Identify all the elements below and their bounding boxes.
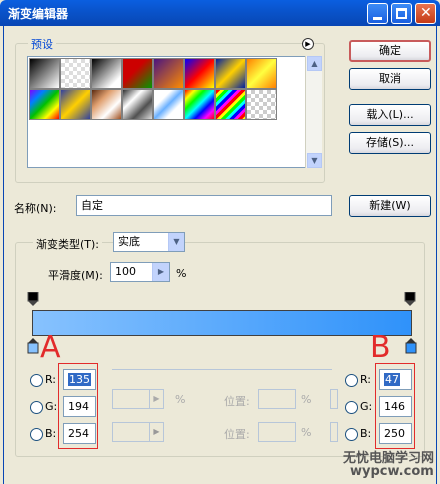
new-button[interactable]: 新建(W) — [349, 195, 431, 217]
right-r-radio[interactable] — [345, 374, 358, 387]
preset-swatch[interactable] — [184, 89, 215, 120]
color-position-label: 位置: — [224, 428, 250, 441]
minimize-icon — [373, 17, 382, 20]
right-r-value: 47 — [384, 373, 400, 386]
left-r-value: 135 — [68, 373, 91, 386]
preset-swatch[interactable] — [246, 89, 277, 120]
opacity-stop-right[interactable] — [404, 291, 416, 306]
maximize-icon — [396, 8, 407, 19]
preset-swatch[interactable] — [153, 89, 184, 120]
right-b-input[interactable]: 250 — [379, 423, 412, 444]
right-g-input[interactable]: 146 — [379, 396, 412, 417]
title-bar: 渐变编辑器 ✕ — [0, 0, 440, 26]
color-stop-right[interactable] — [405, 338, 417, 354]
color-position-input — [258, 422, 296, 442]
annotation-b: B — [370, 330, 391, 365]
color-stop-left[interactable] — [27, 338, 39, 354]
gradient-type-value: 实底 — [118, 235, 140, 248]
smoothness-input[interactable]: 100 ▶ — [110, 262, 170, 282]
watermark-url: wypcw.com — [350, 464, 434, 479]
color-stop-icon — [27, 338, 39, 354]
preset-swatch[interactable] — [246, 58, 277, 89]
presets-label: 预设 — [28, 36, 56, 52]
preset-swatch[interactable] — [60, 58, 91, 89]
preset-swatch[interactable] — [60, 89, 91, 120]
preset-swatch[interactable] — [184, 58, 215, 89]
gradient-type-select[interactable]: 实底 ▼ — [113, 232, 185, 252]
close-icon: ✕ — [420, 5, 432, 21]
right-r-input[interactable]: 47 — [379, 369, 412, 390]
name-input[interactable]: 自定 — [76, 195, 332, 216]
name-label: 名称(N): — [14, 202, 57, 215]
maximize-button[interactable] — [391, 3, 412, 24]
preset-swatch[interactable] — [29, 58, 60, 89]
preset-swatch[interactable] — [215, 58, 246, 89]
load-button[interactable]: 载入(L)... — [349, 104, 431, 126]
left-g-input[interactable]: 194 — [63, 396, 96, 417]
left-b-radio[interactable] — [30, 428, 43, 441]
opacity-delete-button — [330, 389, 338, 409]
smoothness-value: 100 — [115, 265, 136, 278]
preset-swatch[interactable] — [29, 89, 60, 120]
left-r-input[interactable]: 135 — [63, 369, 96, 390]
save-button[interactable]: 存储(S)... — [349, 132, 431, 154]
color-stop-icon — [405, 338, 417, 354]
cancel-button[interactable]: 取消 — [349, 68, 431, 90]
left-b-label: B: — [45, 427, 57, 440]
left-r-label: R: — [45, 373, 57, 386]
smoothness-label: 平滑度(M): — [48, 269, 103, 282]
scroll-down-icon[interactable]: ▼ — [307, 153, 322, 168]
opacity-position-label: 位置: — [224, 395, 250, 408]
left-g-label: G: — [45, 400, 58, 413]
right-b-radio[interactable] — [345, 428, 358, 441]
stops-divider — [112, 369, 332, 383]
chevron-down-icon[interactable]: ▼ — [168, 233, 184, 251]
opacity-unit: % — [175, 393, 186, 406]
opacity-position-input — [258, 389, 296, 409]
left-r-radio[interactable] — [30, 374, 43, 387]
right-r-label: R: — [360, 373, 372, 386]
opacity-stop-icon — [404, 291, 416, 306]
left-g-radio[interactable] — [30, 401, 43, 414]
preset-swatch[interactable] — [91, 89, 122, 120]
preset-swatch[interactable] — [122, 89, 153, 120]
color-picker-input: ▶ — [112, 422, 164, 442]
right-b-label: B: — [360, 427, 372, 440]
right-g-radio[interactable] — [345, 401, 358, 414]
color-position-unit: % — [301, 426, 312, 439]
opacity-position-unit: % — [301, 393, 312, 406]
preset-swatch[interactable] — [122, 58, 153, 89]
preset-swatch[interactable] — [215, 89, 246, 120]
opacity-slider-icon: ▶ — [149, 390, 163, 408]
presets-scrollbar[interactable]: ▲ ▼ — [305, 56, 322, 168]
close-button[interactable]: ✕ — [415, 3, 436, 24]
presets-menu-icon[interactable]: ▶ — [302, 38, 314, 50]
gradient-bar[interactable] — [32, 310, 412, 336]
preset-swatch[interactable] — [91, 58, 122, 89]
color-menu-icon: ▶ — [149, 423, 163, 441]
presets-grid — [27, 56, 322, 168]
scroll-up-icon[interactable]: ▲ — [307, 56, 322, 71]
left-b-input[interactable]: 254 — [63, 423, 96, 444]
ok-button[interactable]: 确定 — [349, 40, 431, 62]
opacity-stop-icon — [27, 291, 39, 306]
gradient-type-label: 渐变类型(T): — [33, 236, 103, 252]
annotation-a: A — [40, 330, 61, 365]
opacity-stop-left[interactable] — [27, 291, 39, 306]
minimize-button[interactable] — [367, 3, 388, 24]
smoothness-slider-icon[interactable]: ▶ — [152, 263, 169, 281]
right-g-label: G: — [360, 400, 373, 413]
color-delete-button — [330, 422, 338, 442]
opacity-input: ▶ — [112, 389, 164, 409]
window-title: 渐变编辑器 — [8, 7, 69, 21]
smoothness-unit: % — [176, 267, 187, 280]
preset-swatch[interactable] — [153, 58, 184, 89]
